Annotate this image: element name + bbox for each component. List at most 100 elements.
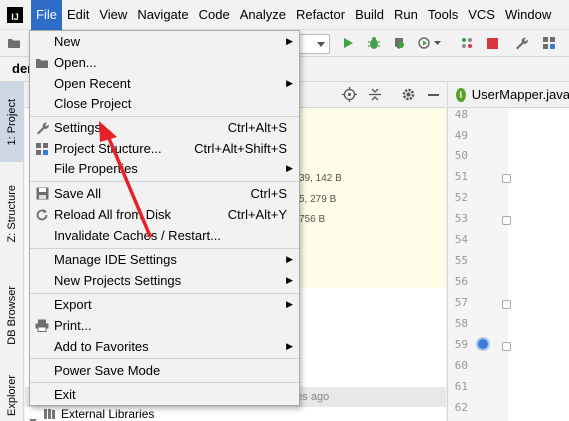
profile-icon[interactable] — [417, 35, 433, 51]
menu-item-label: Close Project — [54, 96, 132, 111]
file-info-text: 756 B — [299, 214, 326, 225]
project-structure-icon[interactable] — [541, 35, 557, 51]
interface-icon: I — [456, 87, 466, 102]
menu-item-label: Manage IDE Settings — [54, 252, 177, 267]
run-icon[interactable] — [340, 35, 356, 51]
menu-item-label: Add to Favorites — [54, 339, 149, 354]
menu-item-file-properties[interactable]: File Properties ▶ — [30, 158, 299, 179]
tab-db-browser[interactable]: DB Browser — [0, 270, 24, 360]
editor-tab[interactable]: I UserMapper.java — [448, 82, 569, 108]
run-config-select[interactable] — [298, 34, 330, 54]
tab-structure[interactable]: Z: Structure — [0, 164, 24, 264]
open-folder-icon[interactable] — [6, 35, 22, 51]
menu-item-project-structure[interactable]: Project Structure... Ctrl+Alt+Shift+S — [30, 138, 299, 159]
line-number: 51 — [454, 170, 468, 183]
menu-item-open[interactable]: Open... — [30, 52, 299, 73]
chevron-down-icon[interactable] — [433, 35, 441, 51]
menu-item-exit[interactable]: Exit — [30, 384, 299, 405]
submenu-arrow-icon: ▶ — [286, 36, 293, 46]
fold-marker-icon[interactable] — [502, 216, 511, 225]
menubar: IJ File Edit View Navigate Code Analyze … — [0, 0, 569, 30]
submenu-arrow-icon: ▶ — [286, 341, 293, 351]
menu-item-label: New — [54, 34, 81, 49]
tab-db-browser-label: DB Browser — [6, 285, 18, 345]
menu-vcs[interactable]: VCS — [463, 0, 500, 30]
folder-icon — [34, 55, 50, 71]
save-icon — [34, 186, 50, 202]
attach-debugger-icon[interactable] — [459, 35, 475, 51]
menu-item-export[interactable]: Export ▶ — [30, 294, 299, 315]
tab-structure-label: Z: Structure — [6, 185, 18, 243]
line-number: 62 — [454, 401, 468, 414]
tab-project[interactable]: 1: Project — [0, 82, 24, 162]
menu-item-save-all[interactable]: Save All Ctrl+S — [30, 183, 299, 204]
gear-icon[interactable] — [401, 87, 416, 105]
menu-item-label: Print... — [54, 318, 92, 333]
debug-icon[interactable] — [366, 35, 382, 51]
external-libraries-node[interactable]: External Libraries — [61, 407, 154, 421]
line-number: 56 — [454, 275, 468, 288]
fold-marker-icon[interactable] — [502, 342, 511, 351]
menu-analyze[interactable]: Analyze — [235, 0, 291, 30]
wrench-icon[interactable] — [513, 35, 529, 51]
hide-panel-icon[interactable] — [428, 94, 439, 96]
editor-gutter: 48 49 50 51 52 53 54 55 56 57 58 59 60 6… — [448, 108, 511, 421]
menu-item-label: Settings... — [54, 120, 112, 135]
menu-code[interactable]: Code — [194, 0, 235, 30]
tab-explorer[interactable]: Explorer — [0, 370, 24, 421]
line-number: 49 — [454, 129, 468, 142]
stop-icon[interactable] — [484, 35, 500, 51]
project-structure-icon — [34, 141, 50, 157]
menu-item-label: Save All — [54, 186, 101, 201]
file-menu-dropdown: New ▶ Open... Open Recent ▶ Close Projec… — [29, 30, 300, 406]
menu-item-new[interactable]: New ▶ — [30, 31, 299, 52]
chevron-down-icon[interactable] — [29, 412, 37, 421]
menu-item-reload-all[interactable]: Reload All from Disk Ctrl+Alt+Y — [30, 204, 299, 225]
line-number: 52 — [454, 191, 468, 204]
menu-item-invalidate-caches[interactable]: Invalidate Caches / Restart... — [30, 225, 299, 246]
menu-window[interactable]: Window — [500, 0, 556, 30]
coverage-icon[interactable] — [391, 35, 407, 51]
menu-item-label: Project Structure... — [54, 141, 162, 156]
line-number: 60 — [454, 359, 468, 372]
menu-run[interactable]: Run — [389, 0, 423, 30]
menu-item-new-projects-settings[interactable]: New Projects Settings ▶ — [30, 270, 299, 291]
reload-icon — [34, 207, 50, 223]
menu-navigate[interactable]: Navigate — [132, 0, 193, 30]
menu-item-power-save-mode[interactable]: Power Save Mode — [30, 360, 299, 381]
left-tool-strip: 1: Project Z: Structure DB Browser Explo… — [0, 82, 24, 421]
implementation-marker-icon[interactable] — [476, 337, 490, 351]
menu-item-label: Power Save Mode — [54, 363, 161, 378]
menu-item-open-recent[interactable]: Open Recent ▶ — [30, 73, 299, 94]
menu-item-manage-ide-settings[interactable]: Manage IDE Settings ▶ — [30, 249, 299, 270]
line-number: 58 — [454, 317, 468, 330]
menu-item-shortcut: Ctrl+S — [250, 186, 287, 201]
collapse-all-icon[interactable] — [368, 87, 382, 105]
line-number: 55 — [454, 254, 468, 267]
menu-item-close-project[interactable]: Close Project — [30, 93, 299, 114]
menu-item-label: Exit — [54, 387, 76, 402]
menu-build[interactable]: Build — [350, 0, 389, 30]
editor: I UserMapper.java 48 49 50 51 52 53 54 5… — [447, 82, 569, 421]
menu-item-label: New Projects Settings — [54, 273, 182, 288]
menu-item-print[interactable]: Print... — [30, 315, 299, 336]
menu-view[interactable]: View — [94, 0, 132, 30]
line-number: 61 — [454, 380, 468, 393]
fold-marker-icon[interactable] — [502, 174, 511, 183]
submenu-arrow-icon: ▶ — [286, 163, 293, 173]
menu-item-settings[interactable]: Settings... Ctrl+Alt+S — [30, 117, 299, 138]
menu-tools[interactable]: Tools — [423, 0, 463, 30]
menu-refactor[interactable]: Refactor — [291, 0, 350, 30]
menu-file[interactable]: File — [31, 0, 62, 30]
menu-item-label: Open Recent — [54, 76, 131, 91]
chevron-down-icon — [317, 41, 325, 47]
menu-item-add-to-favorites[interactable]: Add to Favorites ▶ — [30, 336, 299, 357]
locate-icon[interactable] — [342, 87, 357, 105]
line-number: 53 — [454, 212, 468, 225]
menu-item-label: File Properties — [54, 161, 138, 176]
fold-marker-icon[interactable] — [502, 300, 511, 309]
menu-separator — [30, 358, 299, 359]
file-info-text: 5, 279 B — [299, 194, 337, 205]
menu-edit[interactable]: Edit — [62, 0, 94, 30]
menu-item-label: Open... — [54, 55, 97, 70]
